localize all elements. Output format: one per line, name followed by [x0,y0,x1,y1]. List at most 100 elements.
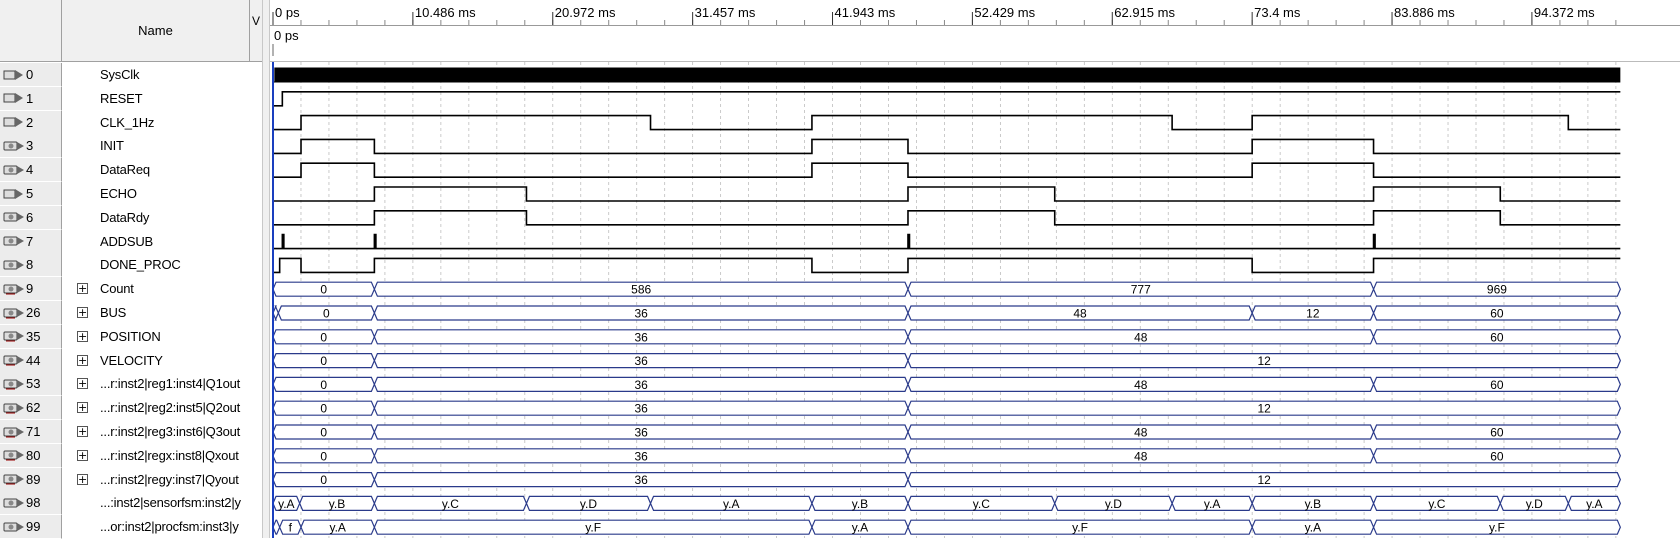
signal-row[interactable]: 3 INIT [0,134,262,159]
input-icon [3,91,25,105]
name-column-header[interactable]: Name [62,0,250,62]
output-icon [3,520,25,534]
signal-name-cell[interactable]: + VELOCITY [62,349,250,373]
signal-name-cell[interactable]: + BUS [62,301,250,325]
signal-name-cell[interactable]: + Count [62,277,250,301]
signal-name: RESET [100,90,143,106]
bus-output-icon [3,448,25,462]
clock-band [274,67,1621,83]
signal-id-cell[interactable]: 99 [0,515,62,540]
signal-name-cell[interactable]: + ...r:inst2|reg1:inst4|Q1out [62,372,250,396]
signal-id-cell[interactable]: 3 [0,134,62,159]
wave-Qyout: 0 36 12 [272,472,1621,488]
signal-id-cell[interactable]: 5 [0,182,62,206]
signal-id: 3 [26,138,34,154]
output-icon [3,139,25,153]
signal-id-cell[interactable]: 26 [0,301,62,325]
signal-name-cell[interactable]: ADDSUB [62,230,250,254]
signal-name-cell[interactable]: ECHO [62,182,250,206]
signal-row[interactable]: 99 ...or:inst2|procfsm:inst3|y [0,515,262,540]
bus-output-icon [3,425,25,439]
signal-name-cell[interactable]: + ...r:inst2|regy:inst7|Qyout [62,468,250,492]
signal-name-cell[interactable]: INIT [62,134,250,158]
bus-value-label: 36 [635,449,649,463]
signal-row[interactable]: 89 + ...r:inst2|regy:inst7|Qyout [0,467,262,492]
signal-name-cell[interactable]: RESET [62,87,250,111]
signal-row[interactable]: 2 CLK_1Hz [0,110,262,135]
signal-id-cell[interactable]: 1 [0,86,62,111]
signal-id-cell[interactable]: 35 [0,324,62,349]
ruler-tick-label: 62.915 ms [1114,5,1175,20]
output-icon [3,234,25,248]
signal-name-cell[interactable]: DataReq [62,158,250,182]
signal-id-cell[interactable]: 6 [0,205,62,230]
expand-icon[interactable]: + [77,449,88,461]
signal-name-cell[interactable]: + POSITION [62,325,250,349]
expand-icon[interactable]: + [77,426,88,437]
signal-id-cell[interactable]: 98 [0,491,62,516]
signal-id: 99 [26,519,41,535]
signal-id-cell[interactable]: 0 [0,63,62,87]
expand-icon[interactable]: + [77,354,88,366]
signal-row[interactable]: 6 DataRdy [0,205,262,230]
signal-id-cell[interactable]: 53 [0,372,62,397]
panel-splitter[interactable] [262,0,270,538]
bus-value-label: 60 [1490,426,1504,440]
signal-id-cell[interactable]: 4 [0,158,62,183]
signal-row[interactable]: 9 + Count [0,277,262,302]
signal-id-cell[interactable]: 9 [0,277,62,302]
signal-row[interactable]: 80 + ...r:inst2|regx:inst8|Qxout [0,443,262,468]
signal-name-cell[interactable]: ...or:inst2|procfsm:inst3|y [62,515,250,539]
signal-id-cell[interactable]: 80 [0,443,62,468]
signal-name-cell[interactable]: + ...r:inst2|reg3:inst6|Q3out [62,420,250,444]
wave-path [273,186,1621,202]
signal-id-cell[interactable]: 8 [0,253,62,278]
wave-path [273,114,1621,131]
signal-row[interactable]: 7 ADDSUB [0,229,262,254]
signal-name-cell[interactable]: + ...r:inst2|reg2:inst5|Q2out [62,396,250,420]
signal-row[interactable]: 26 + BUS [0,301,262,325]
waveform-area[interactable]: 0 ps 10.486 ms 20.972 ms 31.457 ms 41.943 ms… [270,0,1680,538]
bus-value-label: 0 [320,283,327,297]
signal-id: 44 [26,352,41,368]
signal-row[interactable]: 71 + ...r:inst2|reg3:inst6|Q3out [0,420,262,444]
signal-row[interactable]: 8 DONE_PROC [0,253,262,278]
signal-id-cell[interactable]: 89 [0,467,62,492]
signal-name-cell[interactable]: DataRdy [62,206,250,230]
expand-icon[interactable]: + [77,283,88,295]
bus-output-icon [3,353,25,367]
wave-Count: 0 586 777 969 [272,281,1621,297]
signal-name-cell[interactable]: CLK_1Hz [62,111,250,135]
expand-icon[interactable]: + [77,307,88,318]
signal-row[interactable]: 44 + VELOCITY [0,348,262,373]
bus-output-icon [3,401,25,415]
signal-row[interactable]: 1 RESET [0,86,262,111]
bus-value-label: y.D [1526,497,1543,511]
signal-name-cell[interactable]: DONE_PROC [62,253,250,277]
signal-row[interactable]: 98 ...:inst2|sensorfsm:inst2|y [0,491,262,516]
signal-row[interactable]: 4 DataReq [0,158,262,183]
expand-icon[interactable]: + [77,402,88,414]
signal-id-cell[interactable]: 7 [0,229,62,254]
id-column-header[interactable] [0,0,62,62]
signal-name-cell[interactable]: SysClk [62,63,250,87]
signal-row[interactable]: 53 + ...r:inst2|reg1:inst4|Q1out [0,372,262,397]
waveform-canvas[interactable]: 0 ps 10.486 ms 20.972 ms 31.457 ms 41.943 ms… [270,0,1680,538]
signal-id-cell[interactable]: 71 [0,420,62,444]
signal-id-cell[interactable]: 44 [0,348,62,373]
expand-icon[interactable]: + [77,378,88,390]
signal-row[interactable]: 35 + POSITION [0,324,262,349]
expand-icon[interactable]: + [77,330,88,342]
signal-row[interactable]: 0 SysClk [0,63,262,87]
signal-row[interactable]: 62 + ...r:inst2|reg2:inst5|Q2out [0,396,262,421]
expand-icon[interactable]: + [77,473,88,485]
signal-id-cell[interactable]: 2 [0,110,62,135]
signal-name-cell[interactable]: + ...r:inst2|regx:inst8|Qxout [62,444,250,468]
bus-value-label: y.C [1428,497,1445,511]
value-column-header[interactable]: V [250,0,262,62]
signal-id-cell[interactable]: 62 [0,396,62,421]
signal-row[interactable]: 5 ECHO [0,182,262,206]
signal-name-cell[interactable]: ...:inst2|sensorfsm:inst2|y [62,491,250,515]
bus-value-label: 60 [1490,330,1504,344]
signal-id: 80 [26,447,41,463]
